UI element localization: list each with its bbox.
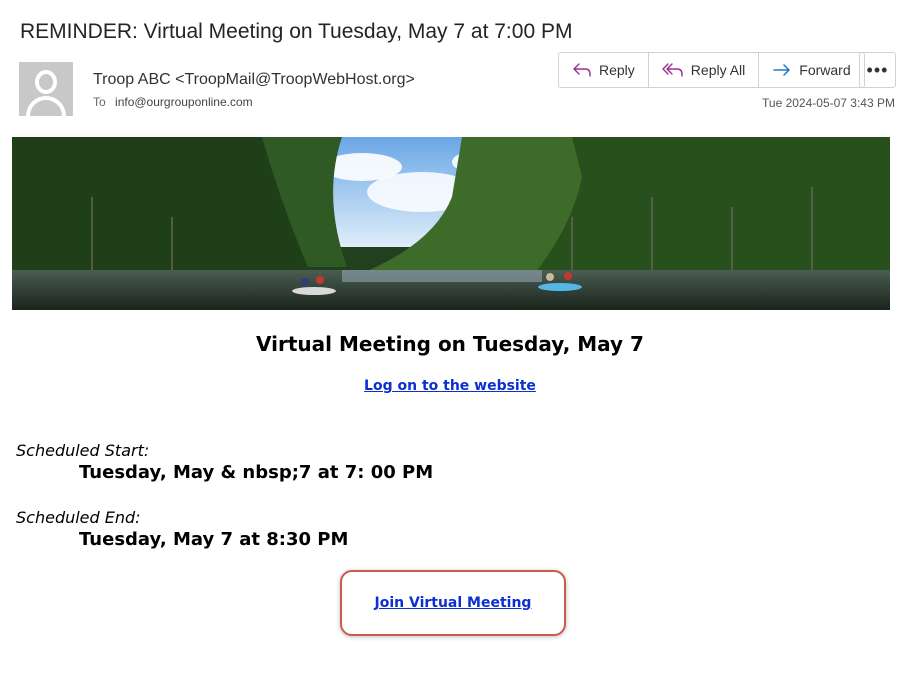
to-label: To: [93, 95, 106, 109]
email-subject: REMINDER: Virtual Meeting on Tuesday, Ma…: [20, 20, 573, 43]
logon-link-container: Log on to the website: [0, 378, 900, 394]
forward-arrow-icon: [772, 62, 792, 78]
forward-label: Forward: [799, 62, 851, 78]
recipient-address[interactable]: info@ourgrouponline.com: [115, 95, 253, 109]
meeting-heading: Virtual Meeting on Tuesday, May 7: [256, 332, 644, 356]
forward-button[interactable]: Forward: [759, 53, 863, 87]
start-label: Scheduled Start:: [16, 441, 150, 460]
default-avatar-icon: [19, 62, 73, 116]
recipient-line: To info@ourgrouponline.com: [93, 95, 253, 109]
reply-all-button[interactable]: Reply All: [649, 53, 760, 87]
start-value: Tuesday, May & nbsp;7 at 7: 00 PM: [79, 462, 434, 483]
reply-label: Reply: [599, 62, 635, 78]
end-value: Tuesday, May 7 at 8:30 PM: [79, 529, 349, 550]
logon-link[interactable]: Log on to the website: [364, 378, 536, 394]
header-banner-image: [12, 137, 890, 310]
email-timestamp: Tue 2024-05-07 3:43 PM: [762, 96, 895, 110]
reply-arrow-icon: [572, 62, 592, 78]
join-link-container: Join Virtual Meeting: [375, 595, 532, 611]
reply-button[interactable]: Reply: [559, 53, 649, 87]
reply-all-arrow-icon: [662, 62, 684, 78]
reply-all-label: Reply All: [690, 62, 746, 78]
sender-name[interactable]: Troop ABC <TroopMail@TroopWebHost.org>: [93, 71, 415, 89]
end-label: Scheduled End:: [16, 508, 141, 527]
more-options-icon[interactable]: •••: [859, 52, 896, 88]
join-meeting-link[interactable]: Join Virtual Meeting: [375, 595, 532, 611]
join-meeting-button[interactable]: Join Virtual Meeting: [340, 570, 566, 636]
message-actions: Reply Reply All Forward: [558, 52, 865, 88]
